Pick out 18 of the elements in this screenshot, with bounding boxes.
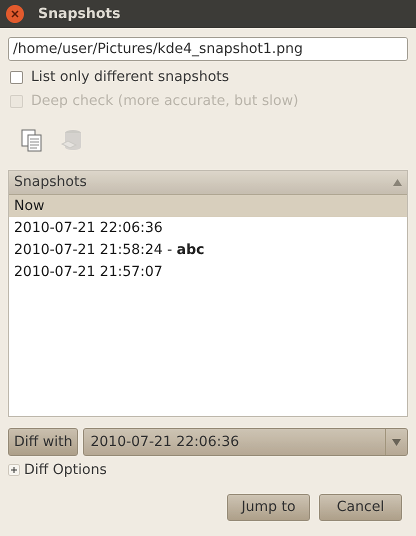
dialog-button[interactable]: Cancel bbox=[319, 494, 402, 521]
diff-with-button[interactable]: Diff with bbox=[8, 428, 78, 456]
checkbox[interactable] bbox=[10, 70, 23, 84]
list-row[interactable]: Now bbox=[9, 195, 407, 217]
expander-icon[interactable] bbox=[8, 464, 20, 476]
snapshot-dropdown[interactable]: 2010-07-21 22:06:36 bbox=[83, 428, 408, 456]
column-header[interactable]: Snapshots bbox=[9, 171, 407, 195]
checkbox-label: List only different snapshots bbox=[31, 68, 230, 86]
close-button[interactable] bbox=[6, 5, 24, 23]
path-field[interactable]: /home/user/Pictures/kde4_snapshot1.png bbox=[8, 37, 408, 61]
copy-icon[interactable] bbox=[20, 129, 44, 153]
dropdown-arrow-icon bbox=[392, 438, 401, 446]
sort-arrow-icon bbox=[393, 179, 402, 186]
close-icon bbox=[11, 10, 19, 18]
expander-label[interactable]: Diff Options bbox=[24, 460, 107, 480]
window-title: Snapshots bbox=[38, 4, 120, 24]
dialog-button[interactable]: Jump to bbox=[227, 494, 310, 521]
header-label: Snapshots bbox=[14, 173, 87, 192]
